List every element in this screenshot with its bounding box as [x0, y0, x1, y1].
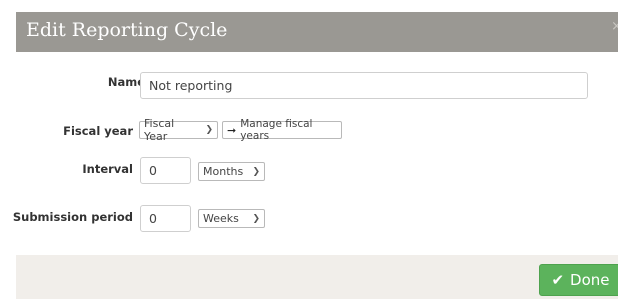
done-label: Done	[570, 271, 610, 289]
name-input[interactable]: Not reporting	[140, 72, 588, 99]
chevron-down-icon: ❯	[252, 166, 260, 177]
interval-input-value: 0	[149, 163, 157, 178]
fiscal-year-select[interactable]: Fiscal Year ❯	[139, 117, 218, 143]
check-icon: ✔	[551, 271, 565, 289]
dialog-footer: ✔ Done	[16, 255, 618, 299]
name-input-value: Not reporting	[149, 78, 233, 93]
dialog-header: Edit Reporting Cycle ×	[16, 12, 618, 52]
interval-input[interactable]: 0	[140, 157, 191, 184]
fiscal-year-label: Fiscal year	[63, 124, 133, 138]
dialog-body: Name Not reporting Fiscal year Fiscal Ye…	[12, 52, 618, 255]
interval-label: Interval	[82, 162, 133, 176]
submission-period-unit-select[interactable]: Weeks ❯	[198, 209, 265, 228]
chevron-down-icon: ❯	[205, 125, 213, 135]
edit-reporting-cycle-dialog: Edit Reporting Cycle × Name Not reportin…	[0, 0, 618, 299]
manage-fiscal-years-button[interactable]: ➞ Manage fiscal years	[222, 118, 342, 142]
manage-fiscal-years-label: Manage fiscal years	[240, 118, 313, 142]
interval-unit-selected: Months	[203, 165, 244, 178]
submission-period-unit-selected: Weeks	[203, 212, 239, 225]
submission-period-input[interactable]: 0	[140, 205, 191, 232]
fiscal-year-selected: Fiscal Year	[144, 117, 175, 143]
interval-unit-select[interactable]: Months ❯	[198, 162, 265, 181]
submission-period-input-value: 0	[149, 211, 157, 226]
chevron-down-icon: ❯	[252, 213, 260, 224]
close-icon[interactable]: ×	[611, 20, 618, 33]
submission-period-label: Submission period	[12, 210, 133, 224]
arrow-right-icon: ➞	[227, 123, 237, 137]
done-button[interactable]: ✔ Done	[539, 264, 618, 296]
dialog-title: Edit Reporting Cycle	[26, 19, 228, 41]
